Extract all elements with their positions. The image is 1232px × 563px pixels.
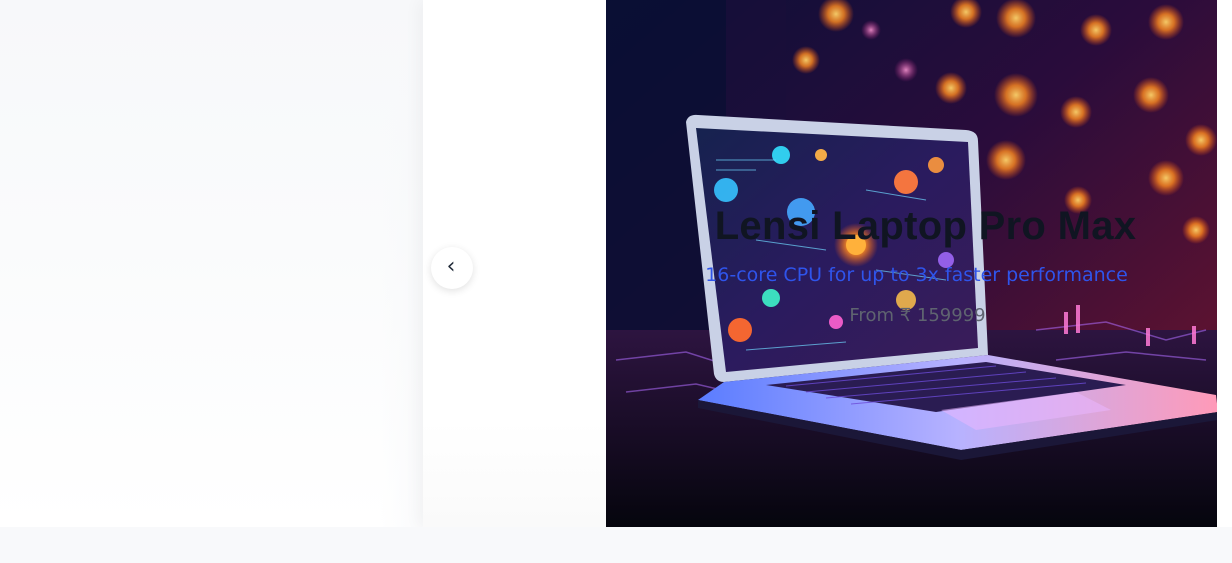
page: Lensi Laptop Pro Max 16-core CPU for up … [0,0,1232,563]
slide-title: Lensi Laptop Pro Max [714,204,1137,248]
hero-left-backdrop [0,0,423,527]
slide-caption: Lensi Laptop Pro Max 16-core CPU for up … [606,196,1217,329]
carousel-prev-button[interactable]: ‹ [431,247,473,289]
slide-price: From ₹ 159999 [849,305,986,326]
hero-left-backdrop-edge [380,0,423,527]
slide-subtitle: 16-core CPU for up to 3x faster performa… [705,264,1128,286]
chevron-left-icon: ‹ [446,254,456,279]
hero-carousel: Lensi Laptop Pro Max 16-core CPU for up … [0,0,1232,527]
